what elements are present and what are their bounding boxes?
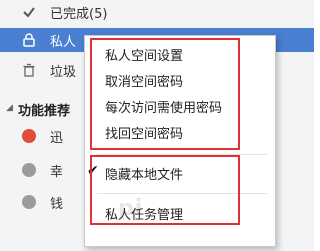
app-icon bbox=[22, 195, 36, 209]
sidebar-item-label: 垃圾 bbox=[50, 64, 77, 80]
section-title-label: 功能推荐 bbox=[18, 104, 71, 119]
annotation-highlight-box bbox=[90, 155, 240, 225]
sidebar-item-completed[interactable]: 已完成(5) bbox=[0, 0, 314, 24]
sidebar-item-label: 已完成(5) bbox=[50, 6, 108, 22]
annotation-highlight-box bbox=[90, 38, 240, 150]
check-icon bbox=[22, 5, 36, 19]
trash-icon bbox=[22, 63, 36, 77]
sidebar-item-label: 幸 bbox=[50, 164, 64, 180]
sidebar-item-label: 私人 bbox=[50, 34, 77, 50]
sidebar-item-label: 钱 bbox=[50, 196, 64, 212]
app-icon bbox=[22, 163, 36, 177]
app-icon bbox=[22, 129, 36, 143]
sidebar-item-label: 迅 bbox=[50, 130, 64, 146]
lock-icon bbox=[22, 33, 36, 47]
chevron-down-icon: ◢ bbox=[6, 103, 13, 113]
